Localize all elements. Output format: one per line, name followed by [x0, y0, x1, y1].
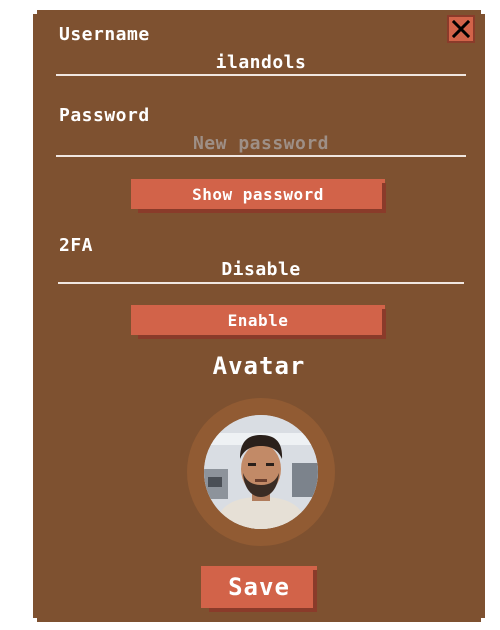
avatar[interactable]: [204, 415, 318, 529]
username-underline: [56, 74, 466, 76]
username-input[interactable]: [56, 50, 466, 74]
password-underline: [56, 155, 466, 157]
password-label: Password: [59, 105, 150, 126]
close-icon: [452, 20, 470, 38]
twofa-label: 2FA: [59, 235, 94, 256]
avatar-frame[interactable]: [187, 398, 335, 546]
username-label: Username: [59, 24, 150, 45]
password-input[interactable]: [56, 131, 466, 155]
avatar-photo: [204, 415, 318, 529]
twofa-underline: [58, 282, 464, 284]
save-button[interactable]: Save: [205, 566, 313, 608]
twofa-status: Disable: [221, 259, 301, 280]
close-button[interactable]: [447, 15, 475, 43]
show-password-button[interactable]: Show password: [134, 179, 382, 209]
enable-2fa-button[interactable]: Enable: [134, 305, 382, 335]
avatar-title: Avatar: [212, 352, 306, 380]
